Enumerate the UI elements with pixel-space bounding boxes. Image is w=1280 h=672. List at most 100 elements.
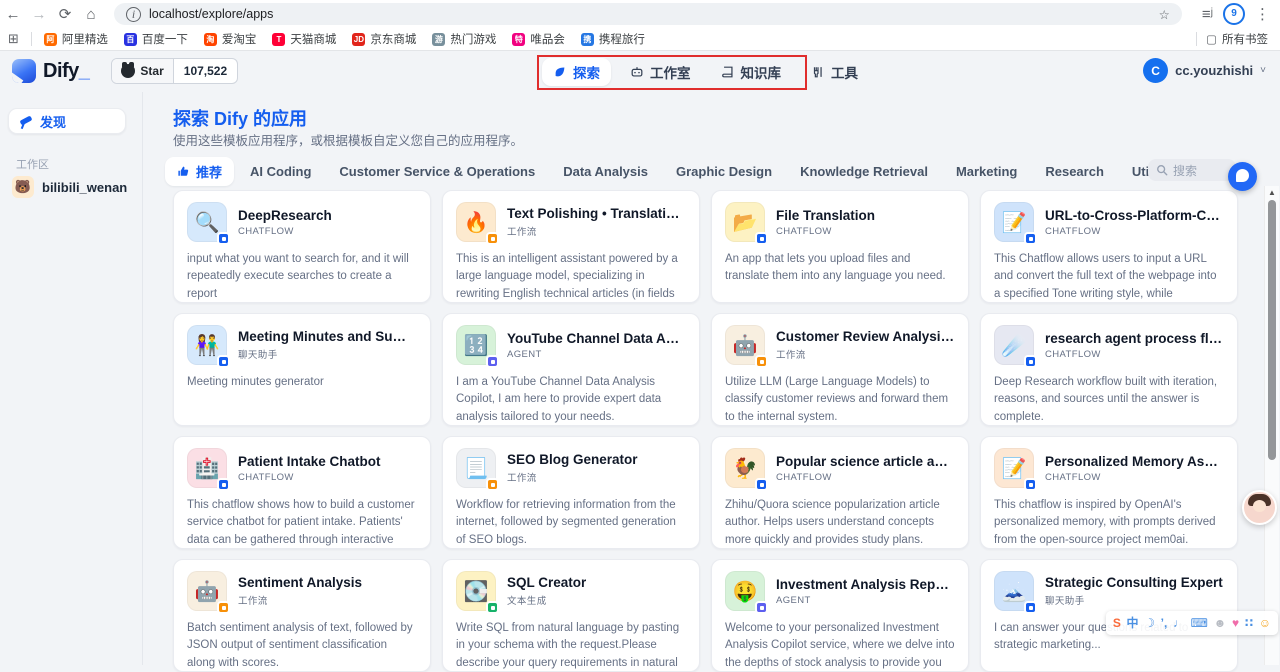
bear-avatar-icon: 🐻: [12, 176, 34, 198]
keyboard-icon[interactable]: ⌨: [1191, 617, 1208, 629]
bookmark-item[interactable]: 携 携程旅行: [573, 31, 653, 47]
app-card[interactable]: 📂 File Translation CHATFLOW An app that …: [711, 190, 969, 303]
app-card-description: This is an intelligent assistant powered…: [456, 251, 686, 303]
app-card-type: 工作流: [776, 347, 955, 361]
app-card-type: AGENT: [776, 595, 955, 606]
account-menu[interactable]: C cc.youzhishi ˅: [1143, 58, 1266, 83]
sidebar: 发现 工作区 🐻 bilibili_wenan: [0, 92, 143, 665]
app-type-badge-icon: [486, 601, 499, 614]
main-nav: 探索工作室知识库工具: [542, 58, 869, 86]
app-card-description: This chatflow is inspired by OpenAI's pe…: [994, 497, 1224, 549]
app-type-badge-icon: [217, 601, 230, 614]
divider: [1196, 32, 1197, 46]
app-card[interactable]: 🔍 DeepResearch CHATFLOW input what you w…: [173, 190, 431, 303]
reading-list-icon[interactable]: ≡ʲ: [1202, 6, 1213, 23]
app-type-badge-icon: [486, 478, 499, 491]
address-bar[interactable]: i localhost/explore/apps ☆: [114, 3, 1182, 25]
nav-item-工具[interactable]: 工具: [800, 58, 869, 86]
app-card[interactable]: 🤖 Sentiment Analysis 工作流 Batch sentiment…: [173, 559, 431, 672]
app-card-title: File Translation: [776, 208, 875, 223]
browser-menu-icon[interactable]: ⋮: [1255, 5, 1270, 23]
category-tab-knowledge-retrieval[interactable]: Knowledge Retrieval: [788, 159, 940, 184]
category-tab-推荐[interactable]: 推荐: [165, 157, 234, 186]
all-bookmarks-label[interactable]: 所有书签: [1222, 31, 1268, 47]
bookmark-item[interactable]: 淘 爱淘宝: [196, 31, 265, 47]
scrollbar[interactable]: ▲: [1264, 186, 1279, 665]
app-card[interactable]: 🔢 YouTube Channel Data Analysis AGENT I …: [442, 313, 700, 426]
home-icon[interactable]: ⌂: [78, 6, 104, 23]
workspace-section-label: 工作区: [16, 156, 49, 172]
github-star-button[interactable]: Star 107,522: [111, 58, 238, 84]
site-info-icon[interactable]: i: [126, 7, 141, 22]
comet-icon: ☄️: [994, 325, 1034, 365]
sogou-logo-icon[interactable]: S: [1113, 617, 1121, 629]
bookmark-item[interactable]: 阿 阿里精选: [36, 31, 116, 47]
app-type-badge-icon: [1024, 355, 1037, 368]
app-card[interactable]: 🤖 Customer Review Analysis Workflow 工作流 …: [711, 313, 969, 426]
scrollbar-up-icon[interactable]: ▲: [1268, 188, 1276, 197]
bookmark-star-icon[interactable]: ☆: [1159, 7, 1170, 22]
app-card-description: Welcome to your personalized Investment …: [725, 620, 955, 672]
app-card[interactable]: 🐓 Popular science article author (nested…: [711, 436, 969, 549]
magnifier-icon: 🔍: [187, 202, 227, 242]
grid-menu-icon[interactable]: ∷: [1245, 617, 1253, 629]
app-card[interactable]: 🏥 Patient Intake Chatbot CHATFLOW This c…: [173, 436, 431, 549]
folder-icon: 📂: [725, 202, 765, 242]
person-icon[interactable]: ☻: [1214, 617, 1227, 629]
app-card-type: CHATFLOW: [238, 472, 381, 483]
bookmark-item[interactable]: JD 京东商城: [344, 31, 424, 47]
punctuation-icon[interactable]: ’,: [1161, 617, 1168, 629]
night-mode-icon[interactable]: ☽: [1144, 617, 1155, 629]
app-card[interactable]: 💽 SQL Creator 文本生成 Write SQL from natura…: [442, 559, 700, 672]
app-card[interactable]: 📝 URL-to-Cross-Platform-Copywriting CHAT…: [980, 190, 1238, 303]
back-icon[interactable]: ←: [0, 6, 26, 23]
app-card[interactable]: 📃 SEO Blog Generator 工作流 Workflow for re…: [442, 436, 700, 549]
app-card[interactable]: ☄️ research agent process flow CHATFLOW …: [980, 313, 1238, 426]
divider: [31, 32, 32, 46]
apps-grid-icon[interactable]: ⊞: [0, 31, 27, 47]
app-card[interactable]: 🔥 Text Polishing • Translation Tool 工作流 …: [442, 190, 700, 303]
voice-input-icon[interactable]: ♩: [1173, 617, 1185, 629]
bookmark-item[interactable]: 百 百度一下: [116, 31, 196, 47]
category-tab-marketing[interactable]: Marketing: [944, 159, 1029, 184]
nav-item-知识库[interactable]: 知识库: [710, 58, 793, 86]
bookmark-item[interactable]: T 天猫商城: [264, 31, 344, 47]
emoji-icon[interactable]: ☺: [1259, 617, 1271, 629]
dify-logo[interactable]: Dify_: [0, 59, 89, 83]
category-tab-data-analysis[interactable]: Data Analysis: [551, 159, 660, 184]
favicon-icon: 淘: [204, 33, 217, 46]
app-type-badge-icon: [755, 232, 768, 245]
app-card[interactable]: 👫 Meeting Minutes and Summary 聊天助手 Meeti…: [173, 313, 431, 426]
floating-extension-ball[interactable]: [1228, 162, 1257, 191]
browser-actions: ≡ʲ 9 ⋮: [1192, 3, 1280, 25]
forward-icon[interactable]: →: [26, 6, 52, 23]
reload-icon[interactable]: ⟳: [52, 5, 78, 23]
app-type-badge-icon: [1024, 601, 1037, 614]
disk-icon: 💽: [456, 571, 496, 611]
category-tab-research[interactable]: Research: [1033, 159, 1116, 184]
thumb-up-icon: [177, 165, 190, 178]
app-type-badge-icon: [486, 232, 499, 245]
bookmark-item[interactable]: 游 热门游戏: [424, 31, 504, 47]
app-card[interactable]: 📝 Personalized Memory Assistant CHATFLOW…: [980, 436, 1238, 549]
nav-item-探索[interactable]: 探索: [542, 58, 611, 86]
category-tab-customer-service-operations[interactable]: Customer Service & Operations: [327, 159, 547, 184]
app-card-description: Workflow for retrieving information from…: [456, 497, 686, 549]
favicon-icon: 游: [432, 33, 445, 46]
scrollbar-thumb[interactable]: [1268, 200, 1276, 460]
app-card[interactable]: 🤑 Investment Analysis Report Copilot AGE…: [711, 559, 969, 672]
nav-item-工作室[interactable]: 工作室: [619, 58, 702, 86]
category-tab-graphic-design[interactable]: Graphic Design: [664, 159, 784, 184]
app-card-title: Strategic Consulting Expert: [1045, 575, 1223, 590]
skin-wardrobe-icon[interactable]: ♥: [1232, 617, 1239, 629]
sidebar-item-discover[interactable]: 发现: [8, 108, 126, 134]
sidebar-item-workspace[interactable]: 🐻 bilibili_wenan: [12, 176, 127, 198]
category-tab-ai-coding[interactable]: AI Coding: [238, 159, 323, 184]
chinese-mode-icon[interactable]: 中: [1127, 617, 1139, 629]
app-card-title: Customer Review Analysis Workflow: [776, 329, 955, 344]
search-input[interactable]: 搜索: [1148, 159, 1236, 181]
browser-profile-icon[interactable]: 9: [1223, 3, 1245, 25]
assistant-avatar[interactable]: [1242, 490, 1277, 525]
app-card-type: 工作流: [507, 224, 686, 238]
bookmark-item[interactable]: 特 唯品会: [504, 31, 573, 47]
